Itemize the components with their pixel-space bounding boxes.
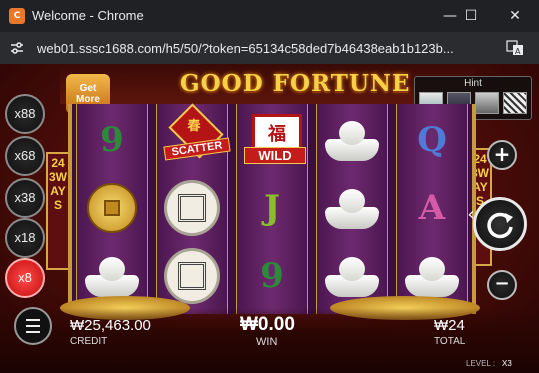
spin-button[interactable] — [473, 197, 527, 251]
menu-button[interactable] — [14, 307, 52, 345]
reel-1: 9 — [76, 104, 148, 314]
wild-label: WILD — [244, 147, 306, 164]
menu-icon-bar — [26, 319, 40, 321]
ingot-icon — [325, 255, 379, 297]
address-bar: web01.sssc1688.com/h5/50/?token=65134c58… — [0, 32, 539, 64]
refresh-icon — [487, 212, 513, 239]
game-canvas: GOOD FORTUNE Get More Hint x88 x68 x38 x… — [0, 64, 539, 373]
menu-icon-bar — [26, 325, 40, 327]
reel-area: 9 春 SCATTER 福 WILD J 9 Q A — [68, 103, 476, 314]
multiplier-x68: x68 — [5, 136, 45, 176]
reel-symbol-knot — [162, 176, 222, 240]
reel-5: Q A — [396, 104, 468, 314]
symbol-j-glyph: J — [263, 188, 281, 228]
reel-symbol-j: J — [242, 176, 302, 240]
reel-symbol-ingot — [322, 176, 382, 240]
win-label: WIN — [256, 336, 278, 348]
symbol-q-glyph: Q — [417, 120, 447, 160]
ingot-icon — [325, 119, 379, 161]
reel-symbol-scatter: 春 SCATTER — [162, 103, 231, 172]
scatter-char: 春 — [187, 119, 201, 134]
knot-icon — [164, 180, 220, 236]
coin-icon — [87, 183, 137, 233]
url-text[interactable]: web01.sssc1688.com/h5/50/?token=65134c58… — [37, 41, 454, 56]
reel-symbol-coin — [82, 176, 142, 240]
hint-thumb-fan — [475, 92, 499, 114]
multiplier-x38: x38 — [5, 178, 45, 218]
reel-4 — [316, 104, 388, 314]
ingot-icon — [85, 255, 139, 297]
knot-icon — [164, 248, 220, 304]
game-logo: GOOD FORTUNE — [180, 70, 411, 97]
svg-text:A: A — [515, 47, 521, 56]
level-value: X3 — [502, 359, 512, 368]
close-button[interactable]: ✕ — [498, 4, 532, 28]
reel-2: 春 SCATTER — [156, 103, 231, 314]
menu-icon-bar — [26, 331, 40, 333]
window-title: Welcome - Chrome — [32, 8, 144, 23]
multiplier-x88: x88 — [5, 94, 45, 134]
hint-title: Hint — [464, 78, 482, 89]
ingot-icon — [325, 187, 379, 229]
hint-thumb-knot — [503, 92, 527, 114]
credit-label: CREDIT — [70, 336, 108, 347]
ways-badge-left: 243WAYS — [46, 152, 70, 270]
reel-3: 福 WILD J 9 — [236, 104, 308, 314]
credit-value: ₩25,463.00 — [70, 317, 151, 334]
reel-symbol-9: 9 — [82, 108, 142, 172]
reel-symbol-ingot — [322, 108, 382, 172]
bet-minus-button[interactable]: − — [487, 270, 517, 300]
symbol-9-glyph: 9 — [100, 120, 124, 160]
bet-plus-button[interactable]: + — [487, 140, 517, 170]
symbol-a-glyph: A — [418, 188, 446, 228]
reel-symbol-q: Q — [402, 108, 462, 172]
multiplier-x18: x18 — [5, 218, 45, 258]
symbol-9-glyph: 9 — [260, 256, 284, 296]
get-more-line1: Get — [79, 83, 97, 94]
translate-icon[interactable]: A — [506, 40, 524, 56]
tune-icon[interactable] — [9, 40, 25, 56]
total-value: ₩24 — [434, 317, 465, 334]
maximize-button[interactable]: ☐ — [454, 4, 488, 28]
level-label: LEVEL : — [466, 359, 496, 368]
browser-title-bar: C Welcome - Chrome — ☐ ✕ — [0, 0, 539, 32]
total-label: TOTAL — [434, 336, 466, 347]
reel-symbol-9: 9 — [242, 244, 302, 308]
multiplier-x8-active: x8 — [5, 258, 45, 298]
ingot-icon — [405, 255, 459, 297]
reel-symbol-a: A — [402, 176, 462, 240]
win-value: ₩0.00 — [240, 314, 295, 335]
scatter-label: SCATTER — [163, 137, 231, 161]
reel-symbol-wild: 福 WILD — [242, 108, 306, 172]
app-icon: C — [9, 8, 25, 24]
reel-symbol-knot — [162, 244, 222, 308]
